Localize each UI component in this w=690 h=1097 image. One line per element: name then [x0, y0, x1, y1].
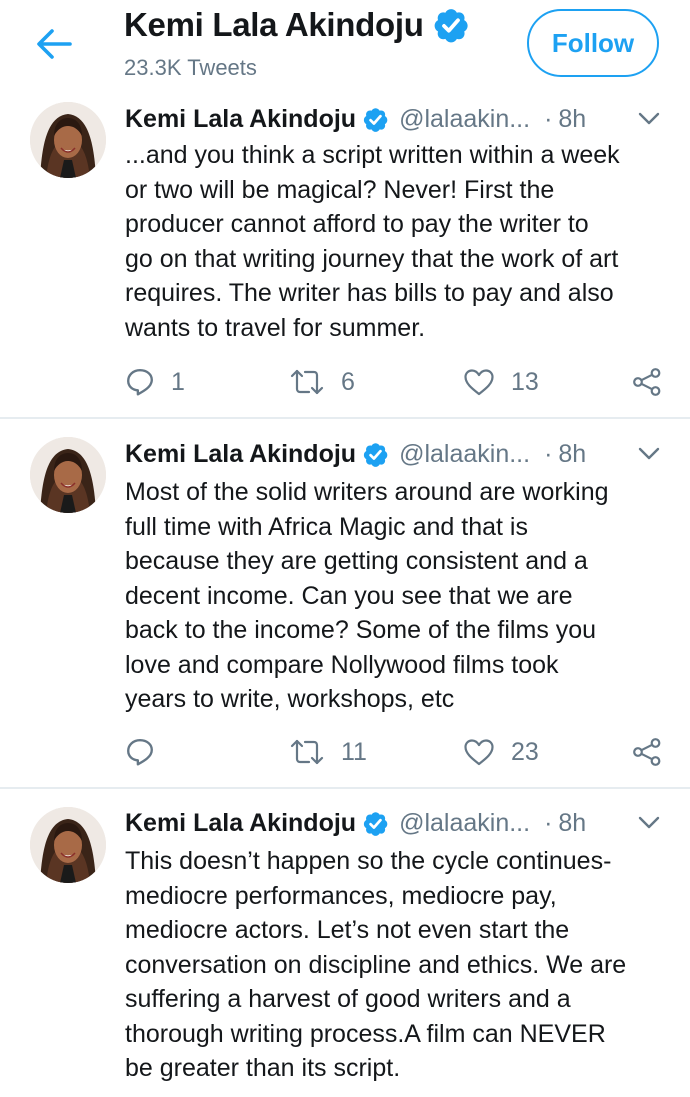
tweet-timestamp[interactable]: 8h: [558, 440, 586, 469]
tweet-text-line: Most of the solid writers around are wor…: [125, 478, 609, 506]
verified-badge-icon: [362, 441, 389, 468]
tweet-author-handle[interactable]: @lalaakin...: [399, 105, 530, 134]
tweet-text-line: back to the income? Some of the films yo…: [125, 616, 597, 644]
verified-badge-icon: [362, 106, 389, 133]
tweet-count: 23.3K Tweets: [124, 55, 257, 80]
tweet-text-line: This doesn’t happen so the cycle continu…: [125, 847, 612, 875]
avatar[interactable]: [30, 807, 106, 883]
verified-badge-icon: [362, 810, 389, 837]
retweet-count: 6: [341, 367, 355, 396]
reply-button[interactable]: 1: [125, 362, 185, 402]
tweet-text-line: producer cannot afford to pay the writer…: [125, 210, 589, 238]
retweet-icon: [289, 738, 325, 766]
tweet-header: Kemi Lala Akindoju @lalaakin... · 8h: [125, 437, 666, 471]
chevron-down-icon[interactable]: [638, 110, 660, 128]
tweet-text-line: ...and you think a script written within…: [125, 141, 620, 169]
tweet-header: Kemi Lala Akindoju @lalaakin... · 8h: [125, 102, 666, 136]
chevron-down-icon[interactable]: [638, 445, 660, 463]
like-count: 13: [511, 367, 539, 396]
tweet-text-line: thorough writing process.A film can NEVE…: [125, 1019, 606, 1048]
separator-dot: ·: [544, 104, 553, 133]
tweet-author-name[interactable]: Kemi Lala Akindoju: [125, 809, 356, 838]
tweet-text: This doesn’t happen so the cycle continu…: [125, 844, 670, 1086]
back-button[interactable]: [32, 22, 76, 66]
reply-icon: [125, 737, 155, 767]
tweet-timestamp[interactable]: 8h: [558, 809, 586, 838]
heart-icon: [463, 368, 495, 396]
share-button[interactable]: [632, 362, 662, 402]
avatar[interactable]: [30, 437, 106, 513]
tweet-header: Kemi Lala Akindoju @lalaakin... · 8h: [125, 806, 666, 840]
tweet-author-name[interactable]: Kemi Lala Akindoju: [125, 440, 356, 469]
tweet-actions: 11 23: [125, 732, 662, 772]
retweet-button[interactable]: 6: [289, 362, 355, 402]
profile-header: Kemi Lala Akindoju 23.3K Tweets Follow: [0, 0, 690, 92]
like-button[interactable]: 13: [463, 362, 539, 402]
heart-icon: [463, 738, 495, 766]
share-button[interactable]: [632, 732, 662, 772]
tweet-text-line: decent income. Can you see that we are: [125, 581, 573, 610]
tweet-text-line: be greater than its script.: [125, 1054, 401, 1082]
retweet-button[interactable]: 11: [289, 732, 367, 772]
reply-icon: [125, 367, 155, 397]
tweet[interactable]: Kemi Lala Akindoju @lalaakin... · 8h Thi…: [0, 789, 690, 1097]
tweet-text-line: love and compare Nollywood films took: [125, 650, 559, 679]
chevron-down-icon[interactable]: [638, 814, 660, 832]
tweet-author-handle[interactable]: @lalaakin...: [399, 809, 530, 838]
retweet-icon: [289, 368, 325, 396]
tweet-text-line: or two will be magical? Never! First the: [125, 175, 555, 204]
tweet-text-line: conversation on discipline and ethics. W…: [125, 950, 627, 979]
tweet-timestamp[interactable]: 8h: [558, 105, 586, 134]
separator-dot: ·: [544, 808, 553, 837]
profile-title: Kemi Lala Akindoju: [124, 6, 470, 44]
tweet[interactable]: Kemi Lala Akindoju @lalaakin... · 8h ...…: [0, 90, 690, 419]
separator-dot: ·: [544, 439, 553, 468]
tweet-text-line: mediocre performances, mediocre pay,: [125, 881, 557, 910]
arrow-left-icon: [37, 29, 72, 59]
tweet-text-line: mediocre actors. Let’s not even start th…: [125, 916, 570, 944]
like-count: 23: [511, 737, 539, 766]
retweet-count: 11: [341, 737, 367, 766]
avatar[interactable]: [30, 102, 106, 178]
like-button[interactable]: 23: [463, 732, 539, 772]
verified-badge-icon: [432, 6, 470, 44]
reply-count: 1: [171, 367, 185, 396]
tweet-text-line: suffering a harvest of good writers and …: [125, 985, 571, 1013]
tweet-text-line: because they are getting consistent and …: [125, 547, 588, 575]
follow-button[interactable]: Follow: [527, 9, 659, 77]
tweet-actions: 1 6 13: [125, 362, 662, 402]
tweet-author-handle[interactable]: @lalaakin...: [399, 440, 530, 469]
tweet-text: ...and you think a script written within…: [125, 138, 670, 345]
profile-name: Kemi Lala Akindoju: [124, 6, 424, 43]
share-icon: [632, 737, 662, 767]
tweet-text-line: requires. The writer has bills to pay an…: [125, 279, 614, 307]
tweet-text-line: years to write, workshops, etc: [125, 685, 455, 713]
tweet-text-line: wants to travel for summer.: [125, 313, 426, 342]
reply-button[interactable]: [125, 732, 171, 772]
tweet-text: Most of the solid writers around are wor…: [125, 475, 670, 717]
share-icon: [632, 367, 662, 397]
tweet-author-name[interactable]: Kemi Lala Akindoju: [125, 105, 356, 134]
tweet-text-line: full time with Africa Magic and that is: [125, 512, 528, 541]
tweet[interactable]: Kemi Lala Akindoju @lalaakin... · 8h Mos…: [0, 419, 690, 789]
tweet-text-line: go on that writing journey that the work…: [125, 244, 619, 273]
